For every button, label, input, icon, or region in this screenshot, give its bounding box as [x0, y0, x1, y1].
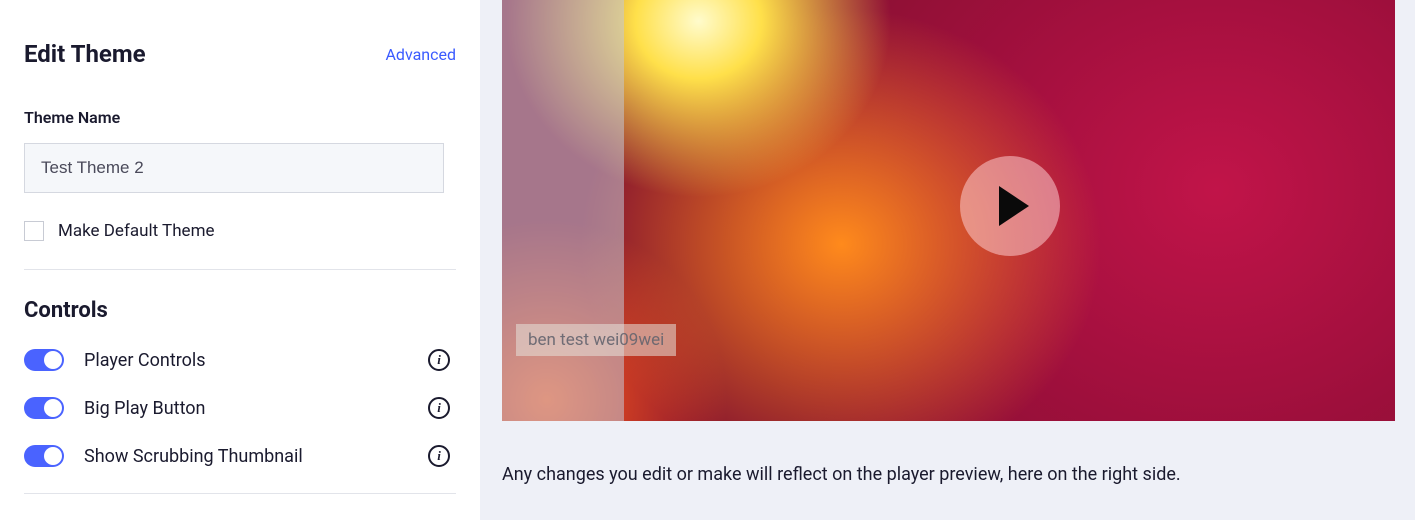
- toggle-row-big-play-button: Big Play Button i: [24, 397, 456, 419]
- controls-section-title: Controls: [24, 298, 456, 323]
- info-icon[interactable]: i: [428, 397, 450, 419]
- play-icon: [999, 186, 1029, 226]
- divider: [24, 493, 456, 494]
- player-left-mask: [502, 0, 624, 421]
- scrubbing-thumbnail-toggle[interactable]: [24, 445, 64, 467]
- info-icon[interactable]: i: [428, 445, 450, 467]
- info-icon[interactable]: i: [428, 349, 450, 371]
- make-default-label: Make Default Theme: [58, 221, 215, 241]
- big-play-button-label: Big Play Button: [84, 398, 408, 419]
- toggle-row-player-controls: Player Controls i: [24, 349, 456, 371]
- advanced-link[interactable]: Advanced: [385, 45, 456, 64]
- preview-panel: ben test wei09wei Any changes you edit o…: [480, 0, 1415, 520]
- scrubbing-thumbnail-label: Show Scrubbing Thumbnail: [84, 446, 408, 467]
- play-button[interactable]: [960, 156, 1060, 256]
- big-play-button-toggle[interactable]: [24, 397, 64, 419]
- theme-name-label: Theme Name: [24, 108, 456, 127]
- player-controls-label: Player Controls: [84, 350, 408, 371]
- preview-hint: Any changes you edit or make will reflec…: [502, 461, 1372, 489]
- player-preview: ben test wei09wei: [502, 0, 1395, 421]
- make-default-row: Make Default Theme: [24, 221, 456, 241]
- settings-panel: Edit Theme Advanced Theme Name Make Defa…: [0, 0, 480, 520]
- toggle-row-scrubbing-thumbnail: Show Scrubbing Thumbnail i: [24, 445, 456, 467]
- page-title: Edit Theme: [24, 40, 146, 68]
- make-default-checkbox[interactable]: [24, 221, 44, 241]
- video-title-chip: ben test wei09wei: [516, 324, 676, 356]
- theme-name-input[interactable]: [24, 143, 444, 193]
- divider: [24, 269, 456, 270]
- player-controls-toggle[interactable]: [24, 349, 64, 371]
- player-background: [502, 0, 1395, 421]
- header-row: Edit Theme Advanced: [24, 40, 456, 68]
